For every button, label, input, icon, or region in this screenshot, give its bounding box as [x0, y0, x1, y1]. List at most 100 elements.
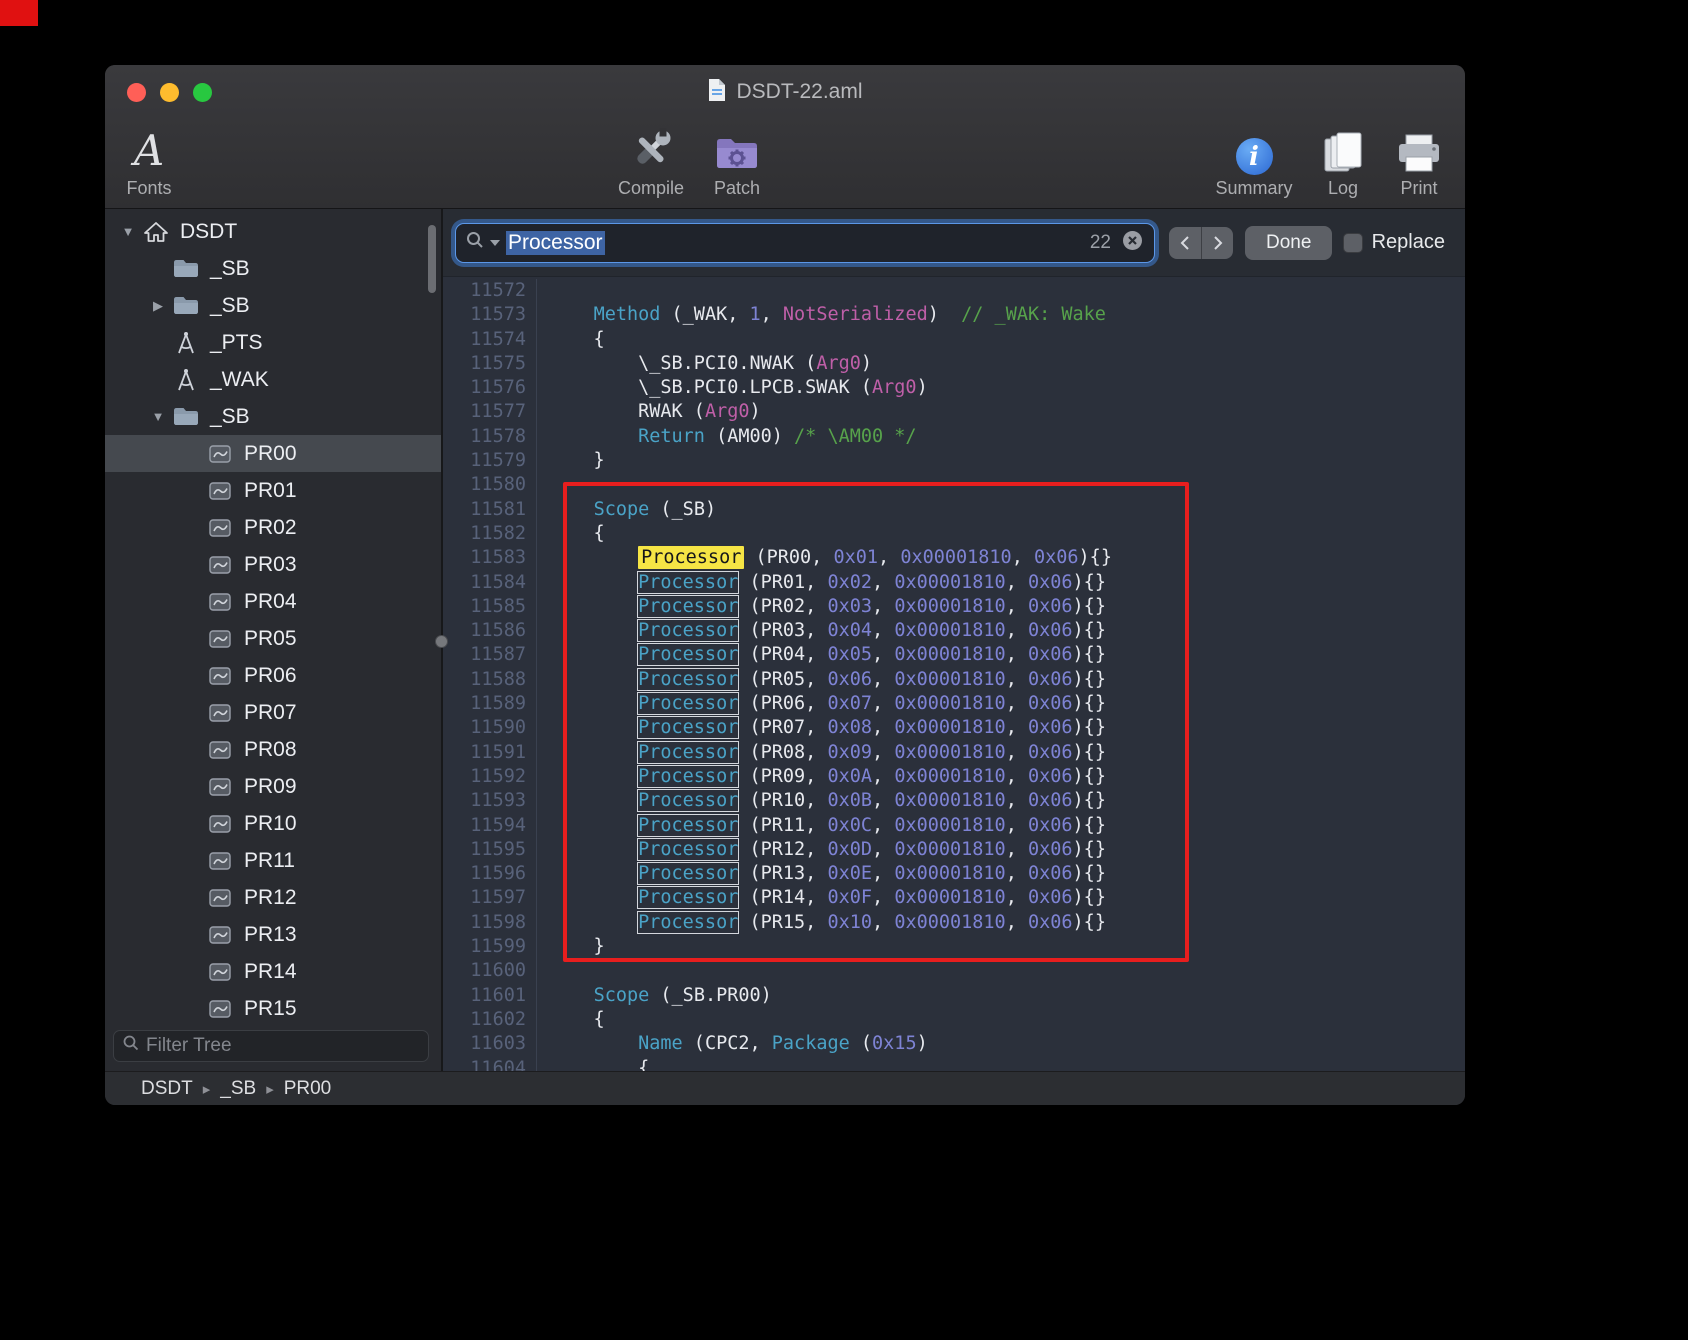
patch-button[interactable]: Patch	[682, 123, 792, 199]
line-number: 11590	[443, 716, 537, 740]
sidebar-item-pr07[interactable]: PR07	[105, 694, 441, 731]
sidebar-item-_sb[interactable]: ▶_SB	[105, 287, 441, 324]
code-line: 11573 Method (_WAK, 1, NotSerialized) //…	[443, 303, 1465, 327]
line-content: RWAK (Arg0)	[537, 400, 761, 424]
line-number: 11583	[443, 546, 537, 570]
line-number: 11585	[443, 595, 537, 619]
line-number: 11602	[443, 1008, 537, 1032]
replace-toggle[interactable]: Replace	[1343, 231, 1445, 254]
sidebar: ▼DSDT_SB▶_SB _PTS _WAK▼_SB PR00 PR01 PR02 PR03…	[105, 209, 441, 1071]
code-line: 11586 Processor (PR03, 0x04, 0x00001810,…	[443, 619, 1465, 643]
line-number: 11573	[443, 303, 537, 327]
line-content: }	[537, 935, 605, 959]
sidebar-scrollbar[interactable]	[428, 225, 436, 293]
filter-tree-input[interactable]: Filter Tree	[113, 1030, 429, 1062]
code-line: 11600	[443, 959, 1465, 983]
sidebar-item-pr04[interactable]: PR04	[105, 583, 441, 620]
close-button[interactable]	[127, 83, 146, 102]
sidebar-item-pr12[interactable]: PR12	[105, 879, 441, 916]
line-content	[537, 279, 549, 303]
compile-icon	[626, 123, 676, 175]
find-match: Processor	[638, 717, 738, 738]
find-match: Processor	[638, 815, 738, 836]
code-line: 11598 Processor (PR15, 0x10, 0x00001810,…	[443, 911, 1465, 935]
disclosure-triangle-icon[interactable]: ▶	[145, 298, 171, 314]
find-search-input[interactable]: Processor 22	[455, 223, 1155, 263]
log-label: Log	[1328, 178, 1358, 199]
find-match: Processor	[638, 887, 738, 908]
titlebar[interactable]: DSDT-22.aml	[105, 65, 1465, 119]
zoom-button[interactable]	[193, 83, 212, 102]
line-number: 11591	[443, 741, 537, 765]
code-line: 11583 Processor (PR00, 0x01, 0x00001810,…	[443, 546, 1465, 570]
disclosure-triangle-icon[interactable]: ▼	[115, 224, 141, 239]
sidebar-item-pr14[interactable]: PR14	[105, 953, 441, 990]
find-query-text: Processor	[506, 231, 1084, 255]
code-line: 11577 RWAK (Arg0)	[443, 400, 1465, 424]
sidebar-item-_sb[interactable]: ▼_SB	[105, 398, 441, 435]
tree-item-label: PR02	[244, 516, 297, 540]
code-line: 11587 Processor (PR04, 0x05, 0x00001810,…	[443, 643, 1465, 667]
tree-item-label: PR00	[244, 442, 297, 466]
line-content: Processor (PR12, 0x0D, 0x00001810, 0x06)…	[537, 838, 1106, 862]
print-button[interactable]: Print	[1364, 123, 1465, 199]
sidebar-item-_sb[interactable]: _SB	[105, 250, 441, 287]
clear-search-icon[interactable]	[1121, 229, 1144, 257]
code-line: 11585 Processor (PR02, 0x03, 0x00001810,…	[443, 595, 1465, 619]
find-next-button[interactable]	[1201, 227, 1233, 259]
fonts-button[interactable]: A Fonts	[105, 123, 204, 199]
minimize-button[interactable]	[160, 83, 179, 102]
tree-item-label: PR07	[244, 701, 297, 725]
sidebar-item-pr10[interactable]: PR10	[105, 805, 441, 842]
sidebar-item-_wak[interactable]: _WAK	[105, 361, 441, 398]
tree-item-label: PR13	[244, 923, 297, 947]
breadcrumb: DSDT▸_SB▸PR00	[141, 1078, 331, 1100]
sidebar-item-_pts[interactable]: _PTS	[105, 324, 441, 361]
filter-tree-placeholder: Filter Tree	[146, 1035, 232, 1057]
processor-icon	[205, 926, 235, 944]
sidebar-item-pr11[interactable]: PR11	[105, 842, 441, 879]
breadcrumb-item[interactable]: PR00	[284, 1078, 332, 1100]
code-line: 11593 Processor (PR10, 0x0B, 0x00001810,…	[443, 789, 1465, 813]
tree-item-label: PR01	[244, 479, 297, 503]
done-button[interactable]: Done	[1245, 226, 1332, 260]
sidebar-item-pr06[interactable]: PR06	[105, 657, 441, 694]
fonts-label: Fonts	[126, 178, 171, 199]
window-chrome: DSDT-22.aml A Fonts Compile	[105, 65, 1465, 209]
find-previous-button[interactable]	[1169, 227, 1201, 259]
breadcrumb-item[interactable]: DSDT	[141, 1078, 193, 1100]
method-icon	[171, 368, 201, 392]
breadcrumb-item[interactable]: _SB	[220, 1078, 256, 1100]
replace-checkbox[interactable]	[1343, 233, 1363, 253]
tree-item-label: _PTS	[210, 331, 263, 355]
code-line: 11599 }	[443, 935, 1465, 959]
sidebar-item-pr00[interactable]: PR00	[105, 435, 441, 472]
sidebar-item-pr15[interactable]: PR15	[105, 990, 441, 1019]
fonts-icon: A	[134, 127, 164, 175]
line-number: 11592	[443, 765, 537, 789]
sidebar-item-pr05[interactable]: PR05	[105, 620, 441, 657]
code-line: 11582 {	[443, 522, 1465, 546]
line-number: 11587	[443, 643, 537, 667]
sidebar-item-pr08[interactable]: PR08	[105, 731, 441, 768]
sidebar-item-pr02[interactable]: PR02	[105, 509, 441, 546]
tree-item-label: PR10	[244, 812, 297, 836]
tree-item-label: PR04	[244, 590, 297, 614]
find-match: Processor	[638, 693, 738, 714]
sidebar-item-dsdt[interactable]: ▼DSDT	[105, 213, 441, 250]
sidebar-item-pr01[interactable]: PR01	[105, 472, 441, 509]
code-editor[interactable]: 1157211573 Method (_WAK, 1, NotSerialize…	[443, 277, 1465, 1071]
sidebar-item-pr03[interactable]: PR03	[105, 546, 441, 583]
sidebar-item-pr13[interactable]: PR13	[105, 916, 441, 953]
code-line: 11603 Name (CPC2, Package (0x15)	[443, 1032, 1465, 1056]
disclosure-triangle-icon[interactable]: ▼	[145, 409, 171, 424]
find-match: Processor	[638, 669, 738, 690]
summary-label: Summary	[1215, 178, 1292, 199]
search-options-caret-icon[interactable]	[490, 240, 500, 246]
sidebar-item-pr09[interactable]: PR09	[105, 768, 441, 805]
code-line: 11574 {	[443, 328, 1465, 352]
window-title: DSDT-22.aml	[736, 80, 862, 104]
line-content: Processor (PR08, 0x09, 0x00001810, 0x06)…	[537, 741, 1106, 765]
app-window: DSDT-22.aml A Fonts Compile	[105, 65, 1465, 1105]
processor-icon	[205, 519, 235, 537]
